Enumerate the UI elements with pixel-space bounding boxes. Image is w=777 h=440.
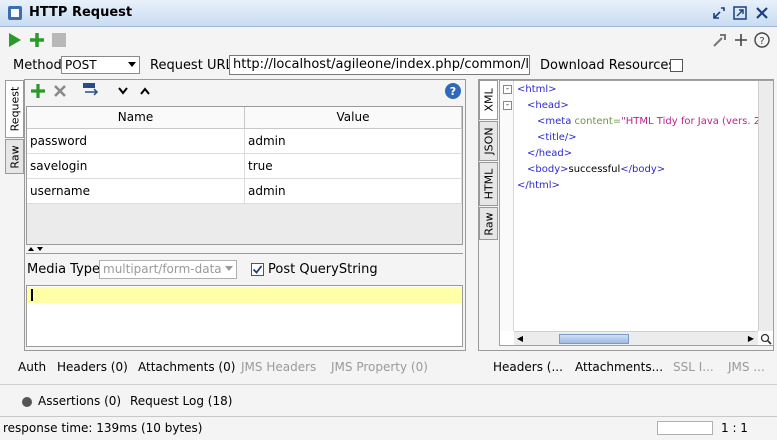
move-up-icon[interactable] [139,86,151,96]
request-options-row: Method POST Request URL: http://localhos… [0,53,777,77]
param-value-cell[interactable]: admin [245,179,462,204]
http-request-icon [8,6,22,20]
checkmark-icon [252,265,263,274]
status-bar: response time: 139ms (10 bytes) 1 : 1 [0,416,777,440]
table-row[interactable]: savelogin true [27,154,462,179]
splitter-arrows-icon[interactable] [27,245,47,253]
remove-param-icon[interactable] [52,83,68,99]
assertions-status-icon [22,397,32,407]
request-log-tab[interactable]: Request Log (18) [130,394,232,408]
table-row[interactable]: username admin [27,179,462,204]
media-type-placeholder: multipart/form-data [103,262,222,276]
close-icon[interactable] [753,4,771,22]
xml-line: <meta content="HTML Tidy for Java (vers.… [537,116,767,127]
scroll-left-icon[interactable]: ◀ [515,334,525,344]
table-row[interactable]: password admin [27,129,462,154]
column-header-name[interactable]: Name [27,107,245,129]
zoom-icon[interactable] [759,332,773,345]
svg-text:?: ? [759,36,764,47]
toolbar: ? [0,28,777,52]
tab-xml[interactable]: XML [479,80,498,120]
param-value-cell[interactable]: true [245,154,462,179]
detach-icon[interactable] [710,4,728,22]
tab-raw-response[interactable]: Raw [479,207,498,240]
method-value: POST [65,58,97,72]
plus-icon[interactable] [732,31,750,49]
cursor-position: 1 : 1 [721,421,748,435]
title-bar: HTTP Request [0,0,777,27]
param-name-cell[interactable]: password [27,129,245,154]
tab-response-headers[interactable]: Headers (... [493,360,563,374]
fold-toggle-icon[interactable]: - [503,85,512,94]
splitter-line [26,253,463,254]
vertical-scrollbar[interactable] [758,81,773,331]
tab-jms[interactable]: JMS ... [728,360,765,374]
help-icon[interactable]: ? [753,31,771,49]
xml-line: <body>successful</body> [527,164,666,175]
url-input[interactable]: http://localhost/agileone/index.php/comm… [229,55,530,75]
chevron-down-icon [225,266,233,271]
play-icon[interactable] [6,31,24,49]
tab-ssl-info[interactable]: SSL I... [673,360,714,374]
method-label: Method [13,58,62,73]
text-caret [31,289,33,301]
window-title: HTTP Request [29,5,133,20]
xml-line: <title/> [537,132,577,143]
param-name-cell[interactable]: username [27,179,245,204]
maximize-icon[interactable] [731,4,749,22]
url-label: Request URL: [150,58,238,73]
footer-divider [0,384,777,385]
fold-toggle-icon[interactable]: - [503,101,512,110]
add-param-icon[interactable] [30,83,46,99]
stop-icon[interactable] [50,31,68,49]
tab-html[interactable]: HTML [479,162,498,206]
chevron-down-icon [128,62,136,67]
assertions-tab[interactable]: Assertions (0) [38,394,121,408]
download-resources-label: Download Resources [540,58,676,73]
param-value-cell[interactable]: admin [245,129,462,154]
tab-json[interactable]: JSON [479,121,498,161]
xml-line: <head> [527,100,569,111]
tab-attachments[interactable]: Attachments (0) [138,360,235,374]
current-line-highlight [27,287,462,303]
wrench-icon[interactable] [711,31,729,49]
scrollbar-thumb[interactable] [559,334,629,344]
fold-gutter [500,81,514,331]
request-body-editor[interactable] [26,285,463,347]
move-down-icon[interactable] [117,86,129,96]
tab-raw[interactable]: Raw [5,139,24,174]
method-select[interactable]: POST [61,56,140,74]
url-encode-icon[interactable] [82,82,102,100]
add-step-icon[interactable] [28,31,46,49]
xml-line: </head> [527,148,573,159]
horizontal-scrollbar[interactable]: ◀ ▶ [514,331,758,345]
response-time-text: response time: 139ms (10 bytes) [3,421,203,435]
tab-response-attachments[interactable]: Attachments... [575,360,663,374]
media-type-label: Media Type [27,262,101,277]
column-header-value[interactable]: Value [245,107,462,129]
media-type-select[interactable]: multipart/form-data [99,260,237,279]
params-table: Name Value password admin savelogin true… [26,106,463,245]
xml-line: <html> [517,84,557,95]
download-resources-checkbox[interactable] [670,59,683,72]
xml-line: </html> [517,180,560,191]
tab-jms-property[interactable]: JMS Property (0) [331,360,428,374]
tab-request[interactable]: Request [5,80,24,138]
scroll-right-icon[interactable]: ▶ [746,334,756,344]
progress-bar [657,421,713,435]
post-querystring-checkbox[interactable] [251,263,264,276]
tab-headers[interactable]: Headers (0) [57,360,128,374]
svg-text:?: ? [450,85,456,98]
xml-viewer[interactable]: - - <html> <head> <meta content="HTML Ti… [499,80,774,346]
tab-jms-headers[interactable]: JMS Headers [241,360,316,374]
help-icon[interactable]: ? [444,82,462,100]
tab-auth[interactable]: Auth [18,360,46,374]
post-querystring-label: Post QueryString [268,262,378,277]
param-name-cell[interactable]: savelogin [27,154,245,179]
